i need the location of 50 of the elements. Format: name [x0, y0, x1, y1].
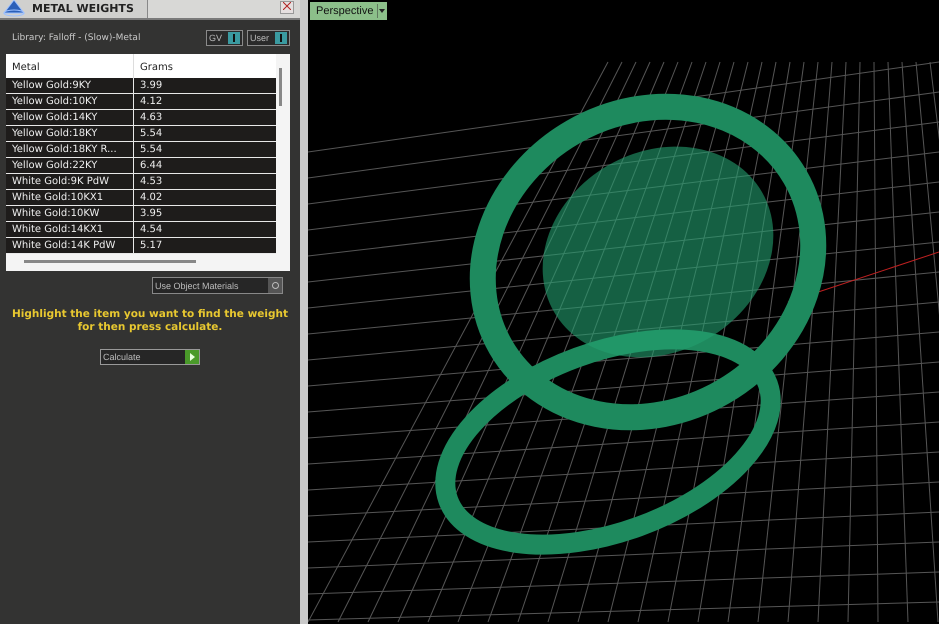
table-row[interactable]: Yellow Gold:18KY R... 5.54 — [6, 142, 276, 158]
table-cell-text: 4.12 — [139, 95, 164, 109]
title-tab[interactable]: METAL WEIGHTS — [0, 0, 148, 18]
table-cell: Yellow Gold:18KY R... — [6, 142, 134, 157]
table-cell: White Gold:9K PdW — [6, 174, 134, 189]
toggle-button[interactable]: GV — [206, 30, 243, 46]
table-cell: White Gold:10KW — [6, 206, 134, 221]
table-row[interactable]: Yellow Gold:18KY 5.54 — [6, 126, 276, 142]
table-row[interactable]: White Gold:14KX1 4.54 — [6, 222, 276, 238]
table-row[interactable]: White Gold:9K PdW 4.53 — [6, 174, 276, 190]
use-object-materials-option[interactable]: Use Object Materials — [152, 277, 283, 294]
close-button[interactable] — [280, 1, 294, 14]
table-cell: White Gold:10KX1 — [6, 190, 134, 205]
pyramid-icon — [2, 0, 26, 17]
horizontal-scrollbar[interactable] — [24, 260, 196, 263]
table-cell: White Gold:14KX1 — [6, 222, 134, 237]
splitter[interactable] — [300, 0, 308, 624]
table-cell-text: 4.53 — [139, 175, 164, 189]
view-dropdown[interactable]: Perspective — [310, 2, 388, 20]
calculate-button[interactable]: Calculate — [100, 349, 200, 365]
table-row[interactable]: Yellow Gold:10KY 4.12 — [6, 94, 276, 110]
table-cell-text: 6.44 — [139, 159, 164, 173]
table-cell-text: 3.99 — [139, 79, 164, 93]
table-cell: Yellow Gold:22KY — [6, 158, 134, 173]
table-row[interactable]: Yellow Gold:9KY 3.99 — [6, 78, 276, 94]
panel-title: METAL WEIGHTS — [32, 2, 134, 14]
play-icon — [185, 350, 199, 364]
table-cell: White Gold:14K PdW — [6, 238, 134, 253]
table-cell-text: 4.02 — [139, 191, 164, 205]
table-row[interactable]: White Gold:10KX1 4.02 — [6, 190, 276, 206]
table-cell-text: 5.17 — [139, 239, 164, 253]
table-cell: Yellow Gold:14KY — [6, 110, 134, 125]
column-header[interactable]: Grams — [134, 54, 276, 78]
vertical-scrollbar[interactable] — [279, 68, 282, 106]
table-cell: Yellow Gold:9KY — [6, 78, 134, 93]
table-cell-text: 5.54 — [139, 143, 164, 157]
library-label: Library: Falloff - (Slow)-Metal — [12, 33, 140, 43]
table-row[interactable]: Yellow Gold:14KY 4.63 — [6, 110, 276, 126]
instruction-text: Highlight the item you want to find the weight for then press calculate. — [11, 308, 289, 334]
table-row[interactable]: White Gold:14K PdW 5.17 — [6, 238, 276, 254]
table-cell-text: 5.54 — [139, 127, 164, 141]
table-cell: Yellow Gold:18KY — [6, 126, 134, 141]
caret-icon — [377, 2, 388, 20]
table-row[interactable]: White Gold:10KW 3.95 — [6, 206, 276, 222]
table-cell-text: 4.63 — [139, 111, 164, 125]
table-cell-text: 3.95 — [139, 207, 164, 221]
table-row[interactable]: Yellow Gold:22KY 6.44 — [6, 158, 276, 174]
table-cell: Yellow Gold:10KY — [6, 94, 134, 109]
table-cell-text: 4.54 — [139, 223, 164, 237]
toggle-button[interactable]: User — [246, 30, 290, 46]
